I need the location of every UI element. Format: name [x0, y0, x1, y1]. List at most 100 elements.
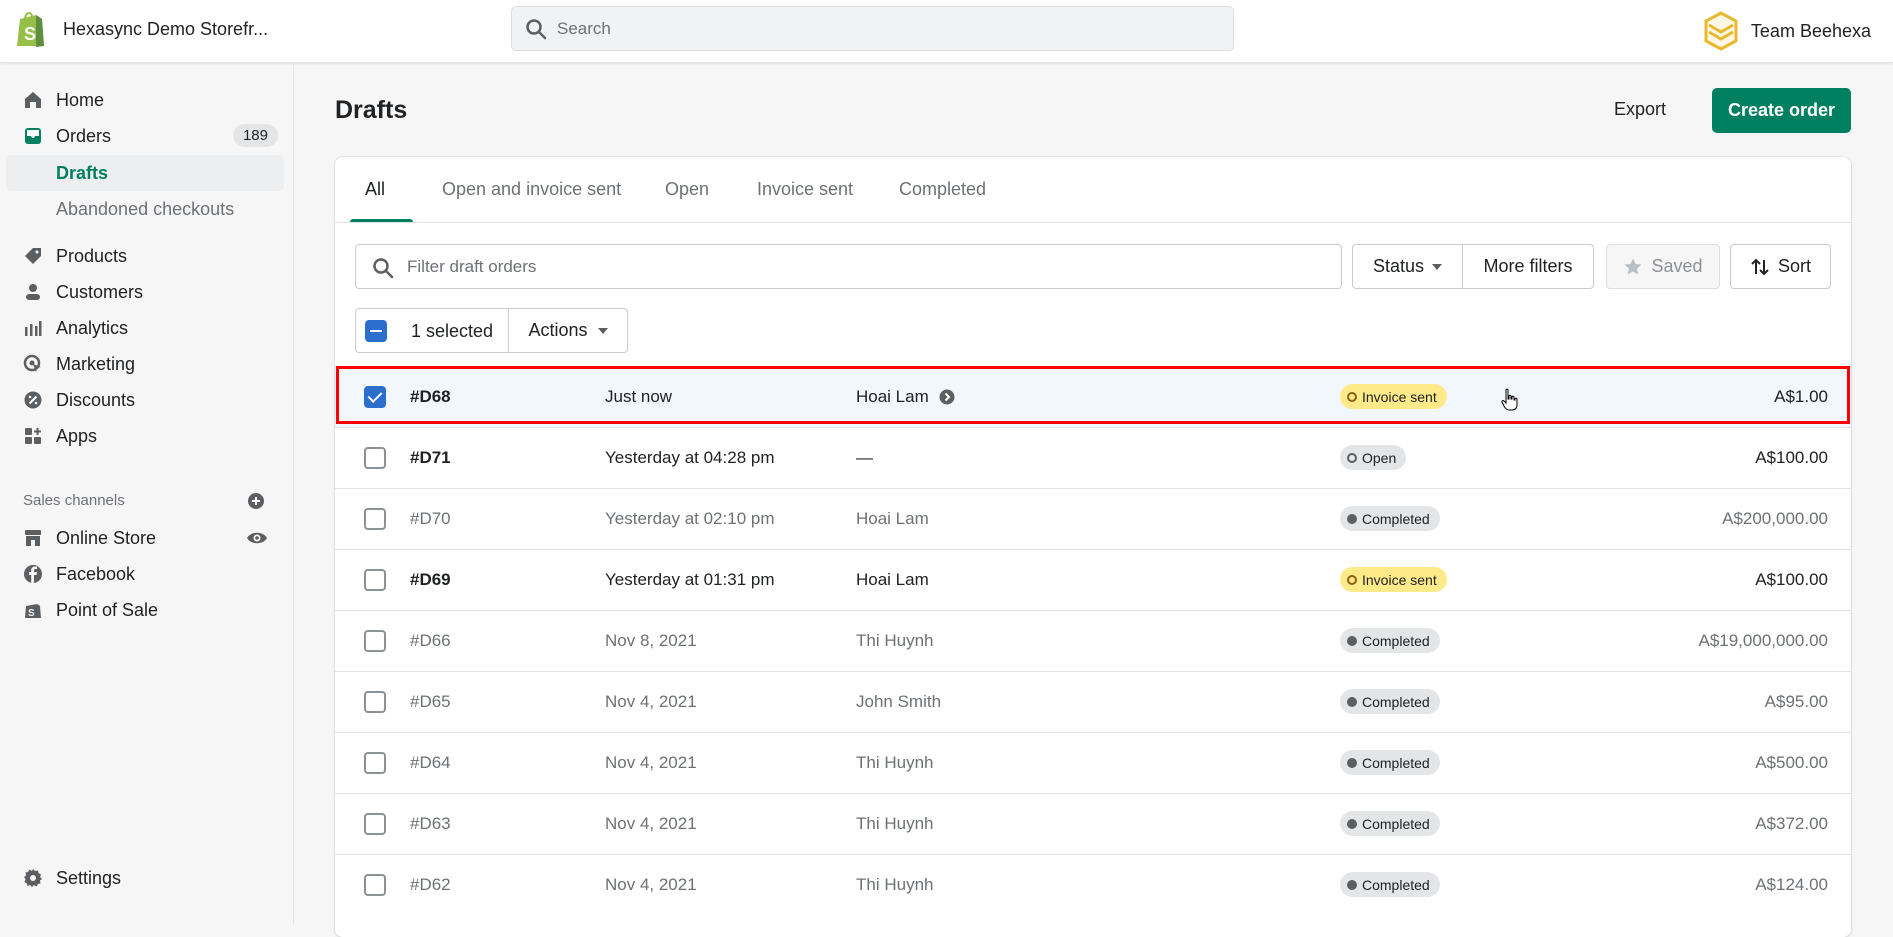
search-icon — [373, 258, 394, 279]
select-all-toggle[interactable]: 1 selected — [356, 309, 509, 352]
filter-placeholder: Filter draft orders — [407, 257, 537, 276]
saved-button[interactable]: Saved — [1606, 244, 1720, 289]
table-row[interactable]: #D70 Yesterday at 02:10 pm Hoai Lam Complet… — [335, 488, 1851, 549]
view-online-store-eye-icon[interactable] — [245, 529, 269, 547]
sales-channels-heading: Sales channels — [23, 492, 125, 509]
sidebar-item-customers[interactable]: Customers — [6, 274, 284, 310]
bulk-actions-dropdown[interactable]: Actions — [509, 309, 627, 352]
order-id[interactable]: #D66 — [410, 631, 451, 651]
status-label: Invoice sent — [1362, 388, 1437, 405]
order-id[interactable]: #D68 — [410, 387, 451, 407]
table-row[interactable]: #D64 Nov 4, 2021 Thi Huynh Completed A$500.0… — [335, 732, 1851, 793]
sidebar-item-label: Abandoned checkouts — [56, 198, 235, 219]
row-checkbox[interactable] — [364, 447, 386, 469]
sidebar-item-apps[interactable]: Apps — [6, 418, 284, 454]
status-dot-icon — [1347, 391, 1357, 402]
table-row[interactable]: #D65 Nov 4, 2021 John Smith Completed A$95.0… — [335, 671, 1851, 732]
table-row[interactable]: #D63 Nov 4, 2021 Thi Huynh Completed A$372.0… — [335, 793, 1851, 854]
account-menu[interactable]: Team Beehexa — [1703, 10, 1871, 52]
tab-invoice-sent[interactable]: Invoice sent — [757, 179, 853, 220]
status-badge: Completed — [1340, 872, 1440, 897]
status-label: Completed — [1362, 510, 1430, 527]
tab-completed[interactable]: Completed — [899, 179, 986, 220]
order-customer: Thi Huynh — [856, 814, 933, 834]
sort-button[interactable]: Sort — [1730, 244, 1831, 289]
sidebar-item-analytics[interactable]: Analytics — [6, 310, 284, 346]
more-filters-label: More filters — [1483, 256, 1573, 276]
status-dot-icon — [1347, 879, 1357, 890]
status-filter-button[interactable]: Status — [1352, 244, 1463, 289]
sidebar-item-label: Home — [56, 89, 105, 110]
row-checkbox[interactable] — [364, 569, 386, 591]
tab-open-and-invoice-sent[interactable]: Open and invoice sent — [442, 179, 621, 220]
status-dot-icon — [1347, 452, 1357, 463]
order-id[interactable]: #D70 — [410, 509, 451, 529]
table-row[interactable]: #D71 Yesterday at 04:28 pm — Open A$100.00 — [335, 427, 1851, 488]
facebook-icon — [24, 565, 42, 583]
sidebar-item-label: Marketing — [56, 353, 136, 374]
sidebar-item-abandoned-checkouts[interactable]: Abandoned checkouts — [6, 191, 284, 227]
status-badge: Completed — [1340, 811, 1440, 836]
sidebar-item-facebook[interactable]: Facebook — [6, 556, 284, 592]
search-icon — [526, 19, 547, 40]
status-dot-icon — [1347, 574, 1357, 585]
order-customer: Hoai Lam — [856, 570, 929, 590]
order-id[interactable]: #D65 — [410, 692, 451, 712]
status-dot-icon — [1347, 818, 1357, 829]
row-checkbox[interactable] — [364, 630, 386, 652]
table-row[interactable]: #D62 Nov 4, 2021 Thi Huynh Completed A$124.0… — [335, 854, 1851, 915]
sidebar-item-label: Settings — [56, 867, 122, 888]
order-id[interactable]: #D71 — [410, 448, 451, 468]
order-id[interactable]: #D62 — [410, 875, 451, 895]
tab-open[interactable]: Open — [665, 179, 709, 220]
row-checkbox[interactable] — [364, 508, 386, 530]
more-filters-button[interactable]: More filters — [1462, 244, 1594, 289]
table-row[interactable]: #D68 Just now Hoai Lam Invoice sent A$1.00 — [335, 366, 1851, 427]
sidebar-item-home[interactable]: Home — [6, 82, 284, 118]
row-checkbox[interactable] — [364, 691, 386, 713]
row-checkbox[interactable] — [364, 813, 386, 835]
status-label: Completed — [1362, 632, 1430, 649]
export-button[interactable]: Export — [1606, 93, 1674, 126]
filter-draft-orders-input[interactable]: Filter draft orders — [355, 244, 1342, 289]
row-checkbox[interactable] — [364, 386, 386, 408]
order-total: A$500.00 — [1755, 753, 1828, 772]
order-customer: Thi Huynh — [856, 753, 933, 773]
status-label: Completed — [1362, 876, 1430, 893]
sidebar-item-drafts[interactable]: Drafts — [6, 155, 284, 191]
order-total: A$95.00 — [1764, 692, 1828, 711]
shopify-logo-icon[interactable]: S — [14, 10, 46, 48]
order-id[interactable]: #D63 — [410, 814, 451, 834]
order-id[interactable]: #D64 — [410, 753, 451, 773]
sidebar-item-settings[interactable]: Settings — [6, 860, 284, 896]
sidebar-item-products[interactable]: Products — [6, 238, 284, 274]
sidebar-item-discounts[interactable]: Discounts — [6, 382, 284, 418]
create-order-button[interactable]: Create order — [1712, 88, 1851, 133]
row-checkbox[interactable] — [364, 752, 386, 774]
customer-preview-chevron-icon[interactable] — [939, 389, 955, 405]
sidebar-item-marketing[interactable]: Marketing — [6, 346, 284, 382]
row-checkbox[interactable] — [364, 874, 386, 896]
tab-all[interactable]: All — [365, 179, 385, 220]
order-date: Nov 4, 2021 — [605, 692, 697, 711]
sidebar-item-online-store[interactable]: Online Store — [6, 520, 284, 556]
draft-orders-table: #D68 Just now Hoai Lam Invoice sent A$1.00 #D… — [335, 366, 1851, 915]
status-badge: Open — [1340, 445, 1407, 470]
indeterminate-checkbox[interactable] — [365, 320, 387, 342]
status-dot-icon — [1347, 757, 1357, 768]
sort-label: Sort — [1777, 256, 1811, 276]
table-row[interactable]: #D66 Nov 8, 2021 Thi Huynh Completed A$19,00… — [335, 610, 1851, 671]
status-filter-label: Status — [1372, 256, 1425, 276]
status-badge: Invoice sent — [1340, 384, 1447, 409]
order-id[interactable]: #D69 — [410, 570, 451, 590]
beehexa-logo-icon — [1704, 11, 1738, 51]
global-search-input[interactable]: Search — [511, 6, 1234, 51]
sidebar-item-orders[interactable]: Orders 189 — [6, 118, 284, 154]
sidebar-item-point-of-sale[interactable]: S Point of Sale — [6, 592, 284, 628]
order-date: Yesterday at 04:28 pm — [605, 448, 775, 467]
caret-down-icon — [597, 327, 608, 334]
table-row[interactable]: #D69 Yesterday at 01:31 pm Hoai Lam Invoice… — [335, 549, 1851, 610]
status-dot-icon — [1347, 635, 1357, 646]
store-name[interactable]: Hexasync Demo Storefr... — [63, 19, 268, 40]
add-sales-channel-icon[interactable] — [247, 492, 265, 510]
